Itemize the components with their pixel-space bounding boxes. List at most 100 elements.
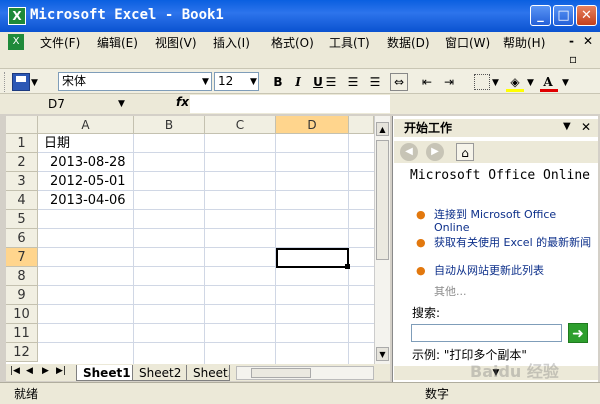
fill-color-dropdown-arrow[interactable]: ▼ [527, 78, 534, 88]
bold-button[interactable]: B [270, 73, 286, 91]
toolbar-grip[interactable] [4, 72, 7, 92]
row-header-1[interactable]: 1 [6, 134, 38, 153]
last-sheet-icon[interactable]: ▶| [56, 366, 66, 376]
scroll-down-arrow[interactable]: ▼ [376, 347, 389, 361]
row-header-5[interactable]: 5 [6, 210, 38, 229]
row-header-12[interactable]: 12 [6, 343, 38, 362]
row-header-3[interactable]: 3 [6, 172, 38, 191]
font-name-combo[interactable]: 宋体 [58, 72, 212, 91]
column-header-c[interactable]: C [205, 116, 276, 134]
mdi-close-button[interactable]: ✕ [583, 34, 593, 48]
italic-button[interactable]: I [290, 73, 306, 91]
search-input[interactable] [411, 324, 562, 342]
active-cell-d7[interactable] [276, 248, 349, 268]
save-icon[interactable] [12, 73, 30, 91]
menu-help[interactable]: 帮助(H) [503, 34, 545, 51]
cell-a1[interactable]: 日期 [38, 134, 70, 153]
title-bar: X Microsoft Excel - Book1 _ □ ✕ [0, 0, 600, 32]
menu-window[interactable]: 窗口(W) [445, 34, 490, 51]
name-box-dropdown-arrow[interactable]: ▼ [118, 99, 125, 109]
select-all-corner[interactable] [6, 116, 38, 134]
menu-edit[interactable]: 编辑(E) [97, 34, 138, 51]
save-dropdown-arrow[interactable]: ▼ [31, 78, 38, 88]
formula-input[interactable] [190, 95, 390, 113]
first-sheet-icon[interactable]: |◀ [10, 366, 20, 376]
vertical-scrollbar[interactable]: ▲ ▼ [374, 116, 390, 364]
name-box[interactable]: D7 [38, 95, 128, 113]
home-icon[interactable]: ⌂ [456, 143, 474, 161]
next-sheet-icon[interactable]: ▶ [42, 366, 49, 376]
scroll-thumb[interactable] [376, 140, 389, 260]
borders-dropdown-arrow[interactable]: ▼ [492, 78, 499, 88]
font-size-value: 12 [218, 74, 234, 88]
link-auto-update[interactable]: 自动从网站更新此列表 [434, 264, 594, 277]
row-header-4[interactable]: 4 [6, 191, 38, 210]
task-pane-menu-icon[interactable]: ▼ [563, 121, 571, 132]
row-header-8[interactable]: 8 [6, 267, 38, 286]
decrease-indent-icon[interactable]: ⇤ [418, 73, 436, 91]
merge-center-icon[interactable]: ⇔ [390, 73, 408, 91]
align-left-icon[interactable]: ☰ [322, 73, 340, 91]
workbook-icon[interactable]: X [8, 34, 24, 50]
link-more[interactable]: 其他... [434, 283, 467, 299]
column-header-a[interactable]: A [38, 116, 134, 134]
menu-file[interactable]: 文件(F) [40, 34, 80, 51]
gridline [204, 134, 205, 364]
sheet-tab-1[interactable]: Sheet1 [76, 365, 138, 381]
search-label: 搜索: [412, 306, 441, 320]
search-go-button[interactable]: ➜ [568, 323, 588, 343]
row-header-10[interactable]: 10 [6, 305, 38, 324]
font-size-dropdown-arrow[interactable]: ▼ [250, 77, 257, 87]
align-right-icon[interactable]: ☰ [366, 73, 384, 91]
fill-handle[interactable] [345, 264, 350, 269]
cell-a2[interactable]: 2013-08-28 [44, 153, 126, 172]
column-header-b[interactable]: B [134, 116, 205, 134]
increase-indent-icon[interactable]: ⇥ [440, 73, 458, 91]
row-header-11[interactable]: 11 [6, 324, 38, 343]
fill-color-swatch [506, 89, 524, 92]
menu-tools[interactable]: 工具(T) [329, 34, 370, 51]
close-button[interactable]: ✕ [576, 5, 597, 26]
font-color-swatch [540, 89, 558, 92]
bullet-icon: ● [416, 264, 426, 277]
mdi-minimize-button[interactable]: - [569, 34, 574, 48]
task-pane-close-icon[interactable]: ✕ [581, 120, 591, 134]
font-color-dropdown-arrow[interactable]: ▼ [562, 78, 569, 88]
row-header-9[interactable]: 9 [6, 286, 38, 305]
gridline [38, 304, 374, 305]
cell-a4[interactable]: 2013-04-06 [44, 191, 126, 210]
menu-data[interactable]: 数据(D) [387, 34, 430, 51]
sheet-tab-3[interactable]: Sheet3 [186, 365, 230, 381]
menu-bar: X 文件(F) 编辑(E) 视图(V) 插入(I) 格式(O) 工具(T) 数据… [0, 32, 600, 52]
prev-sheet-icon[interactable]: ◀ [26, 366, 33, 376]
mdi-restore-button[interactable]: ▫ [569, 52, 577, 66]
horizontal-scrollbar[interactable] [236, 366, 374, 380]
align-center-icon[interactable]: ☰ [344, 73, 362, 91]
maximize-button[interactable]: □ [553, 5, 574, 26]
row-header-2[interactable]: 2 [6, 153, 38, 172]
sheet-tab-2[interactable]: Sheet2 [132, 365, 189, 381]
formula-bar: D7 ▼ fx [0, 94, 600, 114]
forward-icon[interactable]: ▶ [426, 143, 444, 161]
bullet-icon: ● [416, 208, 426, 221]
column-header-e[interactable] [349, 116, 374, 134]
borders-icon[interactable] [474, 74, 490, 90]
h-scroll-thumb[interactable] [251, 368, 311, 378]
minimize-button[interactable]: _ [530, 5, 551, 26]
cell-a3[interactable]: 2012-05-01 [44, 172, 126, 191]
menu-view[interactable]: 视图(V) [155, 34, 197, 51]
insert-function-button[interactable]: fx [176, 95, 189, 109]
bullet-icon: ● [416, 236, 426, 249]
back-icon[interactable]: ◀ [400, 143, 418, 161]
status-mode: 数字 [425, 387, 450, 401]
scroll-up-arrow[interactable]: ▲ [376, 122, 389, 136]
font-name-dropdown-arrow[interactable]: ▼ [202, 77, 209, 87]
row-header-6[interactable]: 6 [6, 229, 38, 248]
menu-format[interactable]: 格式(O) [271, 34, 314, 51]
menu-insert[interactable]: 插入(I) [213, 34, 250, 51]
column-header-d[interactable]: D [276, 116, 349, 134]
font-name-value: 宋体 [62, 74, 87, 88]
row-header-7[interactable]: 7 [6, 248, 38, 267]
link-connect-office-online[interactable]: 连接到 Microsoft Office Online [434, 208, 594, 234]
link-latest-news[interactable]: 获取有关使用 Excel 的最新新闻 [434, 236, 594, 249]
